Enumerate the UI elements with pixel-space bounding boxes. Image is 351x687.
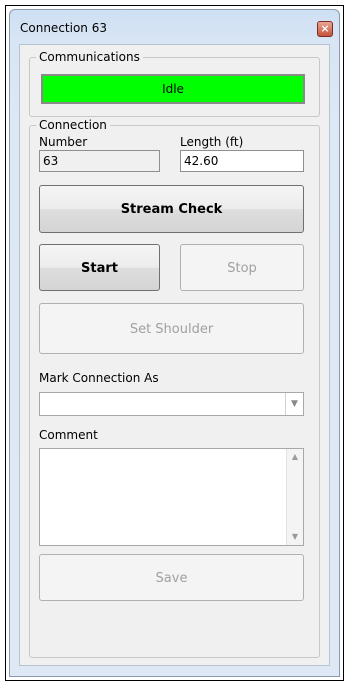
communications-group: Communications Idle [29,50,320,117]
title-bar[interactable]: Connection 63 × [10,10,339,44]
number-label: Number [39,135,88,149]
mark-connection-dropdown[interactable]: ▼ [39,392,304,416]
window-title: Connection 63 [20,21,107,35]
status-indicator: Idle [41,74,305,104]
communications-legend: Communications [36,50,143,64]
comment-textarea[interactable]: ▲ ▼ [39,448,304,546]
connection-group: Connection Number 63 Length (ft) 42.60 S… [29,118,320,658]
connection-window: Connection 63 × Communications Idle Conn… [9,9,340,677]
close-icon[interactable]: × [317,21,333,37]
save-button[interactable]: Save [39,554,304,601]
chevron-down-icon[interactable]: ▼ [285,393,303,415]
stream-check-button[interactable]: Stream Check [39,185,304,233]
mark-connection-label: Mark Connection As [39,371,159,385]
scroll-up-icon[interactable]: ▲ [287,449,303,465]
window-client-area: Communications Idle Connection Number 63… [19,44,330,666]
number-field: 63 [39,150,160,172]
set-shoulder-button[interactable]: Set Shoulder [39,303,304,354]
comment-scrollbar[interactable]: ▲ ▼ [286,449,303,545]
length-label: Length (ft) [180,135,244,149]
start-button[interactable]: Start [39,244,160,291]
connection-legend: Connection [36,118,110,132]
length-field[interactable]: 42.60 [180,150,304,172]
scroll-down-icon[interactable]: ▼ [287,529,303,545]
stop-button[interactable]: Stop [180,244,304,291]
comment-label: Comment [39,428,98,442]
